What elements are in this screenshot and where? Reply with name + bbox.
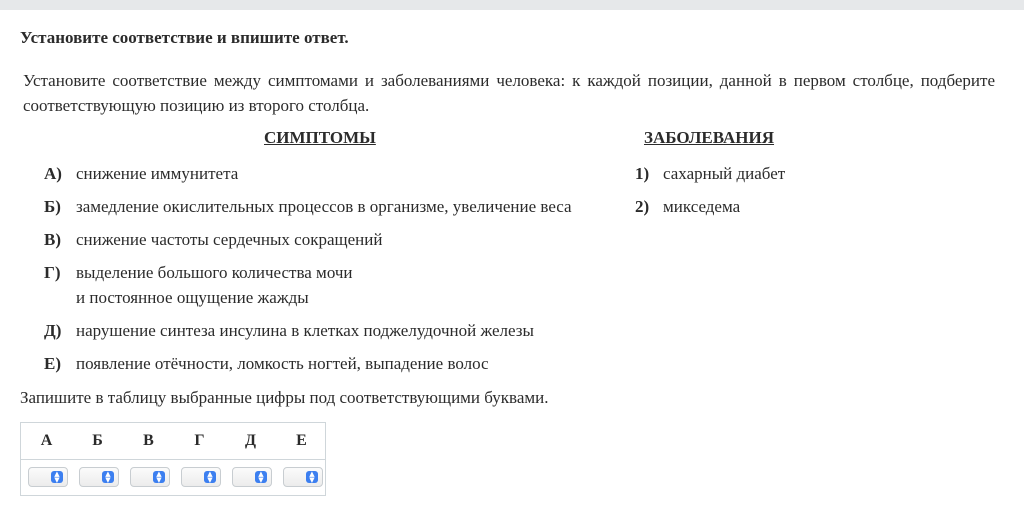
- top-bar: [0, 0, 1024, 10]
- diseases-column-title: ЗАБОЛЕВАНИЯ: [644, 128, 775, 147]
- answer-header-d: Д: [244, 432, 256, 449]
- answer-header-a: А: [40, 432, 53, 449]
- answer-select-a[interactable]: ▲ ▼: [28, 467, 68, 487]
- answer-header-b: Б: [92, 432, 103, 449]
- answer-table-header: А Б В Г Д Е: [21, 423, 325, 460]
- select-arrows-icon: ▲ ▼: [255, 471, 267, 484]
- symptom-letter: А): [44, 164, 62, 183]
- answer-select-e[interactable]: ▲ ▼: [283, 467, 323, 487]
- select-arrows-icon: ▲ ▼: [51, 471, 63, 484]
- answer-select-b[interactable]: ▲ ▼: [79, 467, 119, 487]
- symptom-letter: Е): [44, 354, 61, 373]
- symptom-letter: Б): [44, 197, 61, 216]
- symptom-text: замедление окислительных процессов в орг…: [76, 197, 572, 216]
- symptom-letter: В): [44, 230, 61, 249]
- task-text: Установите соответствие между симптомами…: [23, 71, 995, 115]
- select-arrows-icon: ▲ ▼: [306, 471, 318, 484]
- symptom-text-continued: и постоянное ощущение жажды: [76, 288, 309, 307]
- answer-table: А Б В Г Д Е ▲ ▼ ▲ ▼ ▲ ▼ ▲ ▼ ▲ ▼ ▲ ▼: [20, 422, 326, 496]
- answer-header-v: В: [143, 432, 154, 449]
- symptoms-column-title: СИМПТОМЫ: [264, 128, 376, 147]
- answer-select-d[interactable]: ▲ ▼: [232, 467, 272, 487]
- symptom-text: нарушение синтеза инсулина в клетках под…: [76, 321, 534, 340]
- task-header: Установите соответствие и впишите ответ.: [20, 28, 349, 47]
- answer-header-e: Е: [296, 432, 307, 449]
- instruction-text: Запишите в таблицу выбранные цифры под с…: [20, 388, 549, 407]
- disease-number: 2): [635, 197, 650, 216]
- select-arrows-icon: ▲ ▼: [102, 471, 114, 484]
- select-arrows-icon: ▲ ▼: [204, 471, 216, 484]
- symptom-text: появление отёчности, ломкость ногтей, вы…: [76, 354, 489, 373]
- select-arrows-icon: ▲ ▼: [153, 471, 165, 484]
- disease-text: сахарный диабет: [663, 164, 786, 183]
- disease-text: микседема: [663, 197, 741, 216]
- disease-number: 1): [635, 164, 650, 183]
- answer-header-g: Г: [194, 432, 205, 449]
- symptom-text: снижение частоты сердечных сокращений: [76, 230, 383, 249]
- symptom-letter: Г): [44, 263, 61, 282]
- answer-select-v[interactable]: ▲ ▼: [130, 467, 170, 487]
- symptom-letter: Д): [44, 321, 62, 340]
- answer-select-g[interactable]: ▲ ▼: [181, 467, 221, 487]
- symptom-text: снижение иммунитета: [76, 164, 239, 183]
- symptom-text: выделение большого количества мочи: [76, 263, 353, 282]
